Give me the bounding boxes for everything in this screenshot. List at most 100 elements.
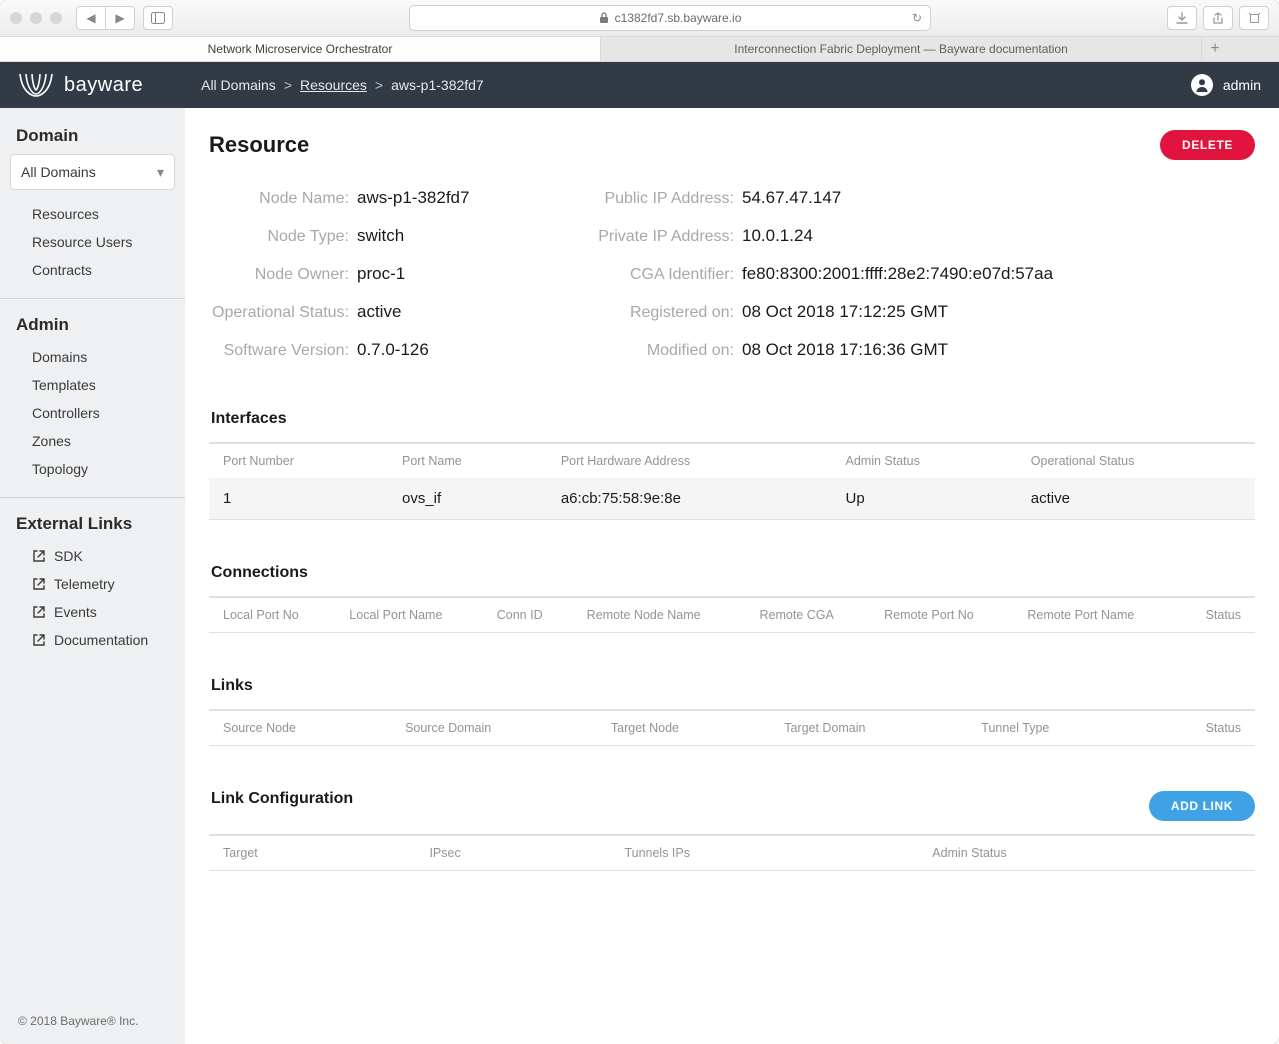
sidebar-item-templates[interactable]: Templates (0, 371, 185, 399)
connections-table-wrap: Local Port No Local Port Name Conn ID Re… (209, 596, 1255, 633)
close-window-icon[interactable] (10, 12, 22, 24)
username: admin (1223, 77, 1261, 93)
sidebar-domain-title: Domain (16, 126, 169, 146)
detail-label: Public IP Address: (589, 190, 734, 208)
sidebar-item-resource-users[interactable]: Resource Users (0, 228, 185, 256)
col-header: Remote Node Name (573, 598, 746, 633)
page-title: Resource (209, 132, 309, 158)
detail-label: Node Type: (209, 228, 349, 246)
browser-tab-0[interactable]: Network Microservice Orchestrator (0, 37, 601, 61)
cell-port-name: ovs_if (388, 478, 547, 519)
sidebar-item-resources[interactable]: Resources (0, 200, 185, 228)
sidebar-item-sdk[interactable]: SDK (0, 542, 185, 570)
external-link-icon (32, 549, 46, 563)
sidebar-item-controllers[interactable]: Controllers (0, 399, 185, 427)
app-body: Domain All Domains ▾ Resources Resource … (0, 108, 1279, 1044)
main-content: Resource DELETE Node Name:aws-p1-382fd7 … (185, 108, 1279, 1044)
browser-tab-1[interactable]: Interconnection Fabric Deployment — Bayw… (601, 37, 1202, 61)
page-header: Resource DELETE (209, 130, 1255, 160)
sidebar-footer: © 2018 Bayware® Inc. (0, 996, 185, 1044)
domain-selector[interactable]: All Domains ▾ (10, 154, 175, 190)
domain-nav-list: Resources Resource Users Contracts (0, 200, 185, 294)
interfaces-table: Port Number Port Name Port Hardware Addr… (209, 443, 1255, 519)
external-link-icon (32, 577, 46, 591)
add-link-button[interactable]: ADD LINK (1149, 791, 1255, 821)
section-interfaces: Interfaces Port Number Port Name Port Ha… (209, 410, 1255, 520)
col-header: Admin Status (918, 836, 1255, 871)
col-header: Port Number (209, 444, 388, 479)
section-connections: Connections Local Port No Local Port Nam… (209, 564, 1255, 633)
avatar (1191, 74, 1213, 96)
tabs-button[interactable] (1239, 6, 1269, 30)
sidebar-item-telemetry[interactable]: Telemetry (0, 570, 185, 598)
sidebar-item-topology[interactable]: Topology (0, 455, 185, 483)
window-controls[interactable] (10, 12, 62, 24)
detail-private-ip: Private IP Address:10.0.1.24 (589, 226, 1255, 246)
col-header: Admin Status (832, 444, 1017, 479)
detail-registered-on: Registered on:08 Oct 2018 17:12:25 GMT (589, 302, 1255, 322)
minimize-window-icon[interactable] (30, 12, 42, 24)
detail-label: Software Version: (209, 342, 349, 360)
sidebar-item-events[interactable]: Events (0, 598, 185, 626)
app-window: ◀ ▶ c1382fd7.sb.bayware.io ↻ N (0, 0, 1279, 1044)
col-header: Local Port Name (335, 598, 482, 633)
detail-value: aws-p1-382fd7 (357, 188, 469, 208)
bayware-logo-icon (18, 72, 54, 98)
new-tab-button[interactable]: + (1202, 37, 1228, 61)
sidebar-item-documentation[interactable]: Documentation (0, 626, 185, 654)
browser-tab-bar: Network Microservice Orchestrator Interc… (0, 37, 1279, 62)
back-button[interactable]: ◀ (76, 6, 106, 30)
table-header-row: Source Node Source Domain Target Node Ta… (209, 711, 1255, 746)
col-header: Source Domain (391, 711, 597, 746)
detail-cga-id: CGA Identifier:fe80:8300:2001:ffff:28e2:… (589, 264, 1255, 284)
crumb-resources[interactable]: Resources (300, 77, 367, 93)
col-header: Port Hardware Address (547, 444, 832, 479)
address-bar[interactable]: c1382fd7.sb.bayware.io ↻ (409, 5, 931, 31)
user-menu[interactable]: admin (1191, 74, 1261, 96)
crumb-all-domains[interactable]: All Domains (201, 77, 276, 93)
col-header: IPsec (415, 836, 610, 871)
col-header: Conn ID (483, 598, 573, 633)
sidebar-item-contracts[interactable]: Contracts (0, 256, 185, 284)
browser-toolbar: ◀ ▶ c1382fd7.sb.bayware.io ↻ (0, 0, 1279, 37)
link-config-table-wrap: Target IPsec Tunnels IPs Admin Status (209, 834, 1255, 871)
reload-button[interactable]: ↻ (912, 11, 922, 25)
delete-button[interactable]: DELETE (1160, 130, 1255, 160)
app-header: bayware All Domains > Resources > aws-p1… (0, 62, 1279, 108)
sidebar-item-zones[interactable]: Zones (0, 427, 185, 455)
col-header: Remote Port No (870, 598, 1013, 633)
col-header: Target (209, 836, 415, 871)
section-header: Link Configuration ADD LINK (209, 790, 1255, 822)
panel-icon (151, 12, 165, 24)
admin-nav-list: Domains Templates Controllers Zones Topo… (0, 343, 185, 493)
detail-modified-on: Modified on:08 Oct 2018 17:16:36 GMT (589, 340, 1255, 360)
downloads-button[interactable] (1167, 6, 1197, 30)
detail-label: Registered on: (589, 304, 734, 322)
connections-table: Local Port No Local Port Name Conn ID Re… (209, 597, 1255, 632)
resource-details: Node Name:aws-p1-382fd7 Public IP Addres… (209, 188, 1255, 360)
table-row[interactable]: 1 ovs_if a6:cb:75:58:9e:8e Up active (209, 478, 1255, 519)
tabs-icon (1248, 12, 1260, 24)
sidebar-toggle-button[interactable] (143, 6, 173, 30)
detail-label: Operational Status: (209, 304, 349, 322)
zoom-window-icon[interactable] (50, 12, 62, 24)
download-icon (1176, 12, 1188, 24)
tab-label: Interconnection Fabric Deployment — Bayw… (734, 42, 1068, 56)
detail-label: CGA Identifier: (589, 266, 734, 284)
share-button[interactable] (1203, 6, 1233, 30)
links-table: Source Node Source Domain Target Node Ta… (209, 710, 1255, 745)
forward-button[interactable]: ▶ (106, 6, 135, 30)
col-header: Remote Port Name (1013, 598, 1177, 633)
col-header: Tunnels IPs (610, 836, 918, 871)
sidebar-ext-title: External Links (16, 514, 169, 534)
col-header: Target Domain (770, 711, 967, 746)
nav-buttons: ◀ ▶ (76, 6, 135, 30)
brand-logo[interactable]: bayware (18, 72, 143, 98)
detail-label: Modified on: (589, 342, 734, 360)
col-header: Status (1141, 711, 1255, 746)
sidebar-item-label: Events (54, 604, 97, 620)
sidebar-item-domains[interactable]: Domains (0, 343, 185, 371)
col-header: Local Port No (209, 598, 335, 633)
detail-value: 10.0.1.24 (742, 226, 813, 246)
detail-value: 54.67.47.147 (742, 188, 841, 208)
